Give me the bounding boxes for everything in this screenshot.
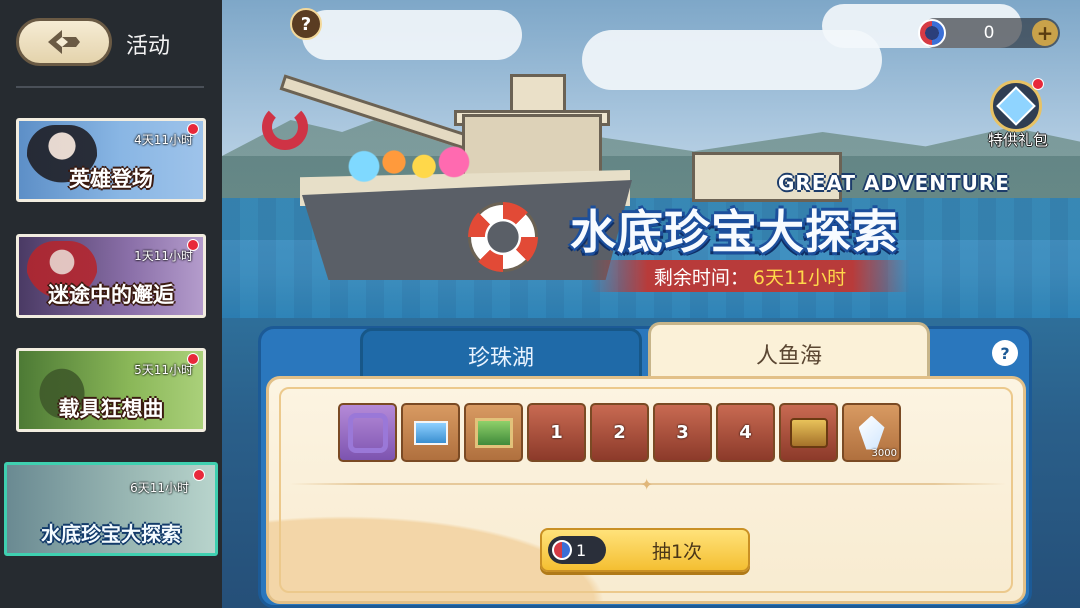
event-name: 英雄登场 — [69, 167, 153, 191]
banner-subtitle: GREAT ADVENTURE — [778, 171, 1010, 195]
sidebar-title: 活动 — [126, 34, 171, 59]
reward-item[interactable]: 1 — [527, 403, 586, 462]
remaining-time-value: 6天11小时 — [752, 266, 847, 289]
reward-item[interactable]: 4 — [716, 403, 775, 462]
reward-item[interactable] — [401, 403, 460, 462]
sparkle-icon: ✦ — [640, 475, 654, 494]
octopus-frame-icon — [347, 412, 388, 453]
crystal-icon — [858, 415, 885, 450]
octopus-ticket-icon: 1 — [550, 422, 563, 443]
notification-dot — [193, 469, 205, 481]
notification-dot — [1032, 78, 1044, 90]
reward-item[interactable]: 3000 — [842, 403, 901, 462]
reward-item[interactable] — [779, 403, 838, 462]
reward-item[interactable]: 2 — [590, 403, 649, 462]
tab-mermaid-sea[interactable]: 人鱼海 — [648, 322, 930, 382]
back-arrow-icon — [48, 30, 80, 54]
reward-item[interactable] — [464, 403, 523, 462]
event-card-hero[interactable]: 4天11小时 英雄登场 — [16, 118, 206, 202]
sidebar: 活动 4天11小时 英雄登场 1天11小时 迷途中的邂逅 5天11小时 载具狂想… — [0, 0, 222, 608]
gem-pile — [334, 140, 484, 184]
draw-once-label: 抽1次 — [651, 540, 703, 563]
cloud — [302, 10, 522, 60]
sidebar-divider — [16, 86, 204, 88]
lifebuoy-icon — [468, 202, 538, 272]
reward-item[interactable] — [338, 403, 397, 462]
reward-list: 1 2 3 4 3000 — [338, 403, 901, 462]
event-name: 迷途中的邂逅 — [48, 283, 174, 307]
event-card-encounter[interactable]: 1天11小时 迷途中的邂逅 — [16, 234, 206, 318]
event-name: 水底珍宝大探索 — [41, 522, 181, 546]
scene-card-icon — [413, 420, 448, 445]
boat-chimney — [510, 74, 566, 114]
event-card-vehicle[interactable]: 5天11小时 载具狂想曲 — [16, 348, 206, 432]
event-time: 4天11小时 — [134, 133, 193, 147]
banner-title: 水底珍宝大探索 — [570, 205, 899, 259]
draw-cost-value: 1 — [576, 540, 587, 560]
octopus-ticket-icon: 4 — [739, 422, 752, 443]
octopus-ticket-icon: 2 — [613, 422, 626, 443]
currency-value: 0 — [983, 23, 995, 43]
gift-pack-label: 特供礼包 — [987, 131, 1048, 149]
panel-help-button[interactable]: ? — [992, 340, 1018, 366]
event-time: 5天11小时 — [134, 363, 193, 377]
draw-once-button[interactable]: 1 抽1次 — [540, 528, 750, 572]
help-button[interactable]: ? — [290, 8, 322, 40]
event-time: 1天11小时 — [134, 249, 193, 263]
reward-item[interactable]: 3 — [653, 403, 712, 462]
magnet-icon — [918, 19, 946, 47]
tab-pearl-lake[interactable]: 珍珠湖 — [360, 328, 642, 380]
draw-cost: 1 — [548, 536, 606, 564]
back-button[interactable] — [16, 18, 112, 66]
event-card-treasure-selected[interactable]: 6天11小时 水底珍宝大探索 — [4, 462, 218, 556]
notification-dot — [187, 239, 199, 251]
notification-dot — [187, 123, 199, 135]
special-gift-pack-button[interactable]: 特供礼包 — [982, 78, 1054, 150]
octopus-ticket-icon: 3 — [676, 422, 689, 443]
magnet-currency-bar: 0 + — [918, 18, 1060, 48]
magnet-icon — [552, 540, 572, 560]
add-currency-button[interactable]: + — [1032, 20, 1058, 46]
event-time: 6天11小时 — [130, 481, 189, 495]
landscape-picture-icon — [474, 417, 513, 448]
magnet-claw-icon — [262, 104, 308, 150]
remaining-time-label: 剩余时间： — [653, 266, 749, 289]
remaining-time-ribbon: 剩余时间： 6天11小时 — [590, 260, 910, 292]
treasure-chest-icon — [789, 417, 828, 448]
event-name: 载具狂想曲 — [58, 397, 164, 421]
notification-dot — [187, 353, 199, 365]
reward-quantity: 3000 — [871, 448, 897, 459]
